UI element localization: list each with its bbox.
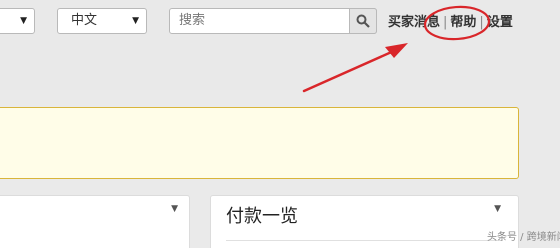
panel-divider (226, 240, 503, 241)
search-input[interactable]: 搜索 (179, 9, 205, 33)
marketplace-select[interactable]: ▼ (0, 8, 35, 34)
top-nav: 买家消息 | 帮助 | 设置 (388, 14, 513, 32)
dropdown-caret-icon: ▼ (132, 16, 139, 26)
panel-menu-caret-icon[interactable]: ▼ (171, 204, 178, 214)
notice-banner (0, 107, 519, 179)
language-select[interactable]: 中文 ▼ (57, 8, 147, 34)
nav-separator: | (479, 15, 484, 30)
search-button[interactable] (349, 8, 377, 34)
search-icon (356, 14, 370, 28)
nav-help[interactable]: 帮助 (450, 14, 476, 32)
panel-title: 付款一览 (226, 206, 298, 227)
payment-overview-panel: 付款一览 ▼ (210, 195, 519, 248)
nav-buyer-messages[interactable]: 买家消息 (388, 14, 440, 32)
language-select-value: 中文 (71, 13, 98, 28)
nav-settings[interactable]: 设置 (487, 14, 513, 32)
dashboard-panel-left: ▼ (0, 195, 190, 248)
watermark: 头条号 / 跨境新闻局 (487, 232, 560, 243)
search-box: 搜索 (169, 8, 377, 34)
panel-menu-caret-icon[interactable]: ▼ (494, 204, 501, 214)
top-bar: ▼ 中文 ▼ 搜索 买家消息 | 帮助 | 设置 (0, 0, 560, 90)
nav-separator: | (443, 15, 448, 30)
dropdown-caret-icon: ▼ (20, 16, 27, 26)
